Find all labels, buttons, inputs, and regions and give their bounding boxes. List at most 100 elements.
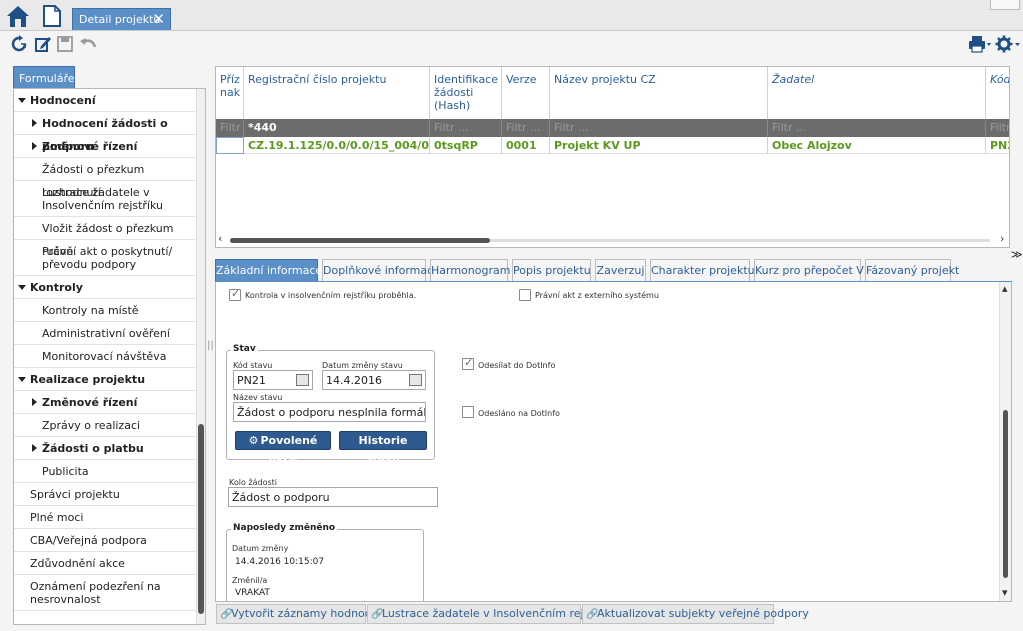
sidebar-item[interactable]: Kontroly	[14, 276, 197, 299]
form-vertical-scrollbar[interactable]: ▴ ▾	[999, 282, 1011, 601]
kolo-zadosti-field[interactable]: Žádost o podporu	[228, 487, 438, 507]
sidebar-item[interactable]: Monitorovací návštěva	[14, 345, 197, 368]
print-icon[interactable]	[968, 35, 992, 53]
home-icon[interactable]	[4, 3, 32, 29]
tab[interactable]: Popis projektu	[512, 259, 591, 281]
chevron-right-icon[interactable]	[32, 119, 37, 127]
sidebar-item[interactable]: Hodnocení žádosti o podporu	[14, 112, 197, 153]
sidebar-item[interactable]: Zdůvodnění akce	[14, 552, 197, 575]
column-header[interactable]: Název projektu CZ	[550, 67, 768, 119]
stav-legend: Stav	[231, 344, 258, 354]
sidebar-item[interactable]: Kontroly na místě	[14, 299, 197, 322]
chevron-right-icon[interactable]	[32, 142, 37, 150]
column-header[interactable]: Příz nak	[216, 67, 244, 119]
sidebar-item[interactable]: Žádosti o platbu	[14, 437, 197, 460]
sidebar-item[interactable]: Administrativní ověření	[14, 322, 197, 345]
tab[interactable]: Doplňkové informace	[322, 259, 440, 281]
sidebar-item[interactable]: Zprávy o realizaci	[14, 414, 197, 437]
scrollbar-thumb[interactable]	[1003, 410, 1008, 578]
table-cell[interactable]: 0001	[502, 137, 550, 154]
grid-horizontal-scrollbar[interactable]: ‹ ›	[216, 232, 1009, 247]
insolvency-check-checkbox[interactable]	[229, 287, 241, 301]
datum-zmeny-field[interactable]: 14.4.2016	[322, 370, 426, 390]
table-cell[interactable]: Projekt KV UP	[550, 137, 768, 154]
filter-input[interactable]: Filtr ...	[550, 119, 768, 137]
send-dotinfo-checkbox[interactable]	[462, 356, 474, 370]
column-header[interactable]: Kód ...	[986, 67, 1009, 119]
calendar-icon[interactable]	[409, 374, 422, 386]
filter-input[interactable]: Filtr ...	[986, 119, 1009, 137]
chevron-right-icon[interactable]	[32, 444, 37, 452]
scroll-down-icon[interactable]: ▾	[1002, 586, 1008, 599]
sidebar-item[interactable]: Změnové řízení	[14, 135, 197, 158]
undo-icon[interactable]	[79, 35, 97, 53]
table-cell[interactable]: PN21	[986, 137, 1009, 154]
projects-grid: Příz nak Registrační číslo projektu Identi…	[215, 66, 1010, 248]
panel-splitter[interactable]: ||	[207, 340, 214, 351]
sent-dotinfo-checkbox[interactable]	[462, 406, 474, 418]
sidebar-item[interactable]: Právní akt o poskytnutí/ převodu podpory	[14, 240, 197, 276]
sidebar-scrollbar[interactable]	[196, 89, 205, 624]
chevron-down-icon[interactable]	[18, 377, 26, 382]
external-act-checkbox[interactable]	[519, 289, 531, 301]
tab[interactable]: Základní informace	[215, 259, 322, 281]
sidebar-item[interactable]: Oznámení podezření na nesrovnalost	[14, 575, 197, 611]
sidebar-item[interactable]: Publicita	[14, 460, 197, 483]
tab-formulare[interactable]: Formuláře	[13, 66, 75, 88]
kod-stavu-field[interactable]: PN21	[233, 370, 313, 390]
povolene-akce-button[interactable]: ⚙ Povolené akce	[235, 431, 331, 465]
filter-input[interactable]: Filtr ...	[768, 119, 986, 137]
chevron-down-icon[interactable]	[18, 98, 26, 103]
tab[interactable]: Fázovaný projekt	[865, 259, 959, 281]
column-header[interactable]: Verze	[502, 67, 550, 119]
scroll-left-icon[interactable]: ‹	[218, 232, 222, 245]
sidebar-item[interactable]: Plné moci	[14, 506, 197, 529]
sidebar-item-label: Hodnocení	[30, 94, 96, 107]
window-control[interactable]	[990, 0, 1020, 10]
settings-gear-icon[interactable]	[995, 35, 1021, 53]
column-header[interactable]: Registrační číslo projektu	[244, 67, 430, 119]
tab-detail-projektu[interactable]: Detail projektu ✕	[72, 8, 171, 30]
table-row[interactable]: CZ.19.1.125/0.0/0.0/15_004/00004400tsqRP…	[216, 137, 1009, 154]
filter-input[interactable]: Filtr ...	[430, 119, 502, 137]
scroll-up-icon[interactable]: ▴	[1002, 282, 1008, 295]
tab[interactable]: Charakter projektu	[650, 259, 755, 281]
sidebar-item[interactable]: Realizace projektu	[14, 368, 197, 391]
tab[interactable]: Harmonogram	[430, 259, 510, 281]
document-icon[interactable]	[40, 3, 64, 29]
table-cell[interactable]: CZ.19.1.125/0.0/0.0/15_004/0000440	[244, 137, 430, 154]
tab[interactable]: Zaverzuj	[595, 259, 646, 281]
refresh-icon[interactable]	[10, 35, 28, 53]
tab[interactable]: Kurz pro přepočet VP	[754, 259, 870, 281]
sidebar-item[interactable]: CBA/Veřejná podpora	[14, 529, 197, 552]
chevron-down-icon[interactable]	[18, 285, 26, 290]
edit-icon[interactable]	[34, 35, 52, 53]
filter-input[interactable]: Filtr ...	[502, 119, 550, 137]
chevron-right-icon[interactable]	[32, 398, 37, 406]
sidebar-item[interactable]: Žádosti o přezkum rozhodnutí	[14, 158, 197, 199]
sidebar-item[interactable]: Změnové řízení	[14, 391, 197, 414]
close-icon[interactable]: ✕	[152, 10, 165, 28]
list-picker-icon[interactable]	[296, 374, 309, 386]
filter-input[interactable]: Filtr ...	[216, 119, 244, 137]
nazev-stavu-field[interactable]: Žádost o podporu nesplnila formální nále	[233, 402, 426, 422]
sidebar-item[interactable]: Hodnocení	[14, 89, 197, 112]
scrollbar-thumb[interactable]	[198, 424, 204, 614]
scrollbar-thumb[interactable]	[230, 238, 490, 243]
sidebar-item[interactable]: Správci projektu	[14, 483, 197, 506]
insolvency-lustration-button[interactable]: 🔗 Lustrace žadatele v Insolvenčním rejstř…	[367, 604, 614, 624]
scroll-right-icon[interactable]: ›	[1000, 232, 1004, 245]
update-public-support-button[interactable]: 🔗 Aktualizovat subjekty veřejné podpory	[582, 604, 809, 624]
filter-input[interactable]: *440	[244, 119, 430, 137]
historie-stavu-button[interactable]: Historie stavů	[339, 431, 427, 465]
save-icon[interactable]	[56, 35, 74, 53]
create-evaluation-records-button[interactable]: 🔗 Vytvořit záznamy hodnocení	[216, 604, 388, 624]
table-cell[interactable]	[216, 137, 244, 154]
table-cell[interactable]: 0tsqRP	[430, 137, 502, 154]
table-cell[interactable]: Obec Alojzov	[768, 137, 986, 154]
sidebar-item[interactable]: Lustrace žadatele v Insolvenčním rejstří…	[14, 181, 197, 217]
collapse-icon[interactable]: ≫	[1011, 248, 1023, 261]
column-header[interactable]: Žadatel	[768, 67, 986, 119]
sidebar-item[interactable]: Vložit žádost o přezkum ručně	[14, 217, 197, 258]
column-header[interactable]: Identifikace žádosti (Hash)	[430, 67, 502, 119]
